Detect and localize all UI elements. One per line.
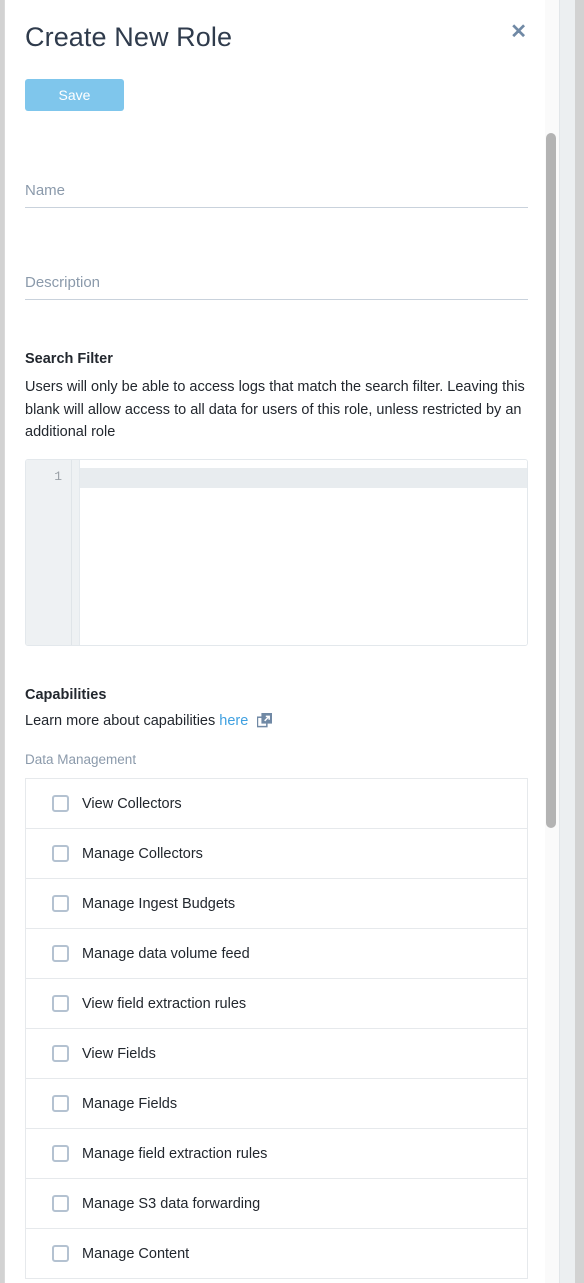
capabilities-heading: Capabilities: [25, 687, 107, 703]
description-input[interactable]: [25, 274, 528, 300]
capability-label: Manage Collectors: [82, 845, 203, 862]
checkbox-icon[interactable]: [52, 795, 69, 812]
checkbox-icon[interactable]: [52, 1195, 69, 1212]
editor-active-line-highlight: [80, 468, 527, 488]
capability-label: Manage Ingest Budgets: [82, 895, 236, 912]
editor-line-number: 1: [54, 469, 62, 484]
capabilities-group-label: Data Management: [25, 752, 137, 767]
page-title: Create New Role: [25, 22, 233, 52]
editor-text-area[interactable]: [80, 460, 527, 645]
capability-label: View field extraction rules: [82, 995, 247, 1012]
capability-label: Manage Fields: [82, 1095, 178, 1112]
checkbox-icon[interactable]: [52, 845, 69, 862]
capability-row[interactable]: Manage Collectors: [26, 829, 527, 879]
checkbox-icon[interactable]: [52, 1045, 69, 1062]
editor-gutter-fold-column: [72, 460, 80, 645]
name-input[interactable]: [25, 182, 528, 208]
capabilities-subtext-prefix: Learn more about capabilities: [25, 713, 220, 729]
capability-label: Manage Content: [82, 1245, 190, 1262]
capability-row[interactable]: View field extraction rules: [26, 979, 527, 1029]
capability-row[interactable]: Manage Fields: [26, 1079, 527, 1129]
capability-row[interactable]: Manage data volume feed: [26, 929, 527, 979]
capability-label: Manage data volume feed: [82, 945, 250, 962]
screen: Create New Role ✕ Save Search Filter Use…: [0, 0, 584, 1283]
checkbox-icon[interactable]: [52, 995, 69, 1012]
editor-gutter: 1: [26, 460, 72, 645]
window-outer-edge: [575, 0, 584, 1283]
capability-row[interactable]: Manage S3 data forwarding: [26, 1179, 527, 1229]
capability-row[interactable]: View Collectors: [26, 779, 527, 829]
external-link-icon[interactable]: [257, 712, 273, 728]
create-role-dialog: Create New Role ✕ Save Search Filter Use…: [4, 0, 545, 1283]
checkbox-icon[interactable]: [52, 1095, 69, 1112]
capability-label: View Collectors: [82, 795, 182, 812]
checkbox-icon[interactable]: [52, 945, 69, 962]
page-background-strip: [559, 0, 575, 1283]
save-button[interactable]: Save: [25, 79, 124, 111]
capabilities-learn-more-link[interactable]: here: [219, 713, 248, 729]
capability-label: View Fields: [82, 1045, 156, 1062]
checkbox-icon[interactable]: [52, 1145, 69, 1162]
capability-row[interactable]: View Fields: [26, 1029, 527, 1079]
search-filter-editor[interactable]: 1: [25, 459, 528, 646]
checkbox-icon[interactable]: [52, 895, 69, 912]
checkbox-icon[interactable]: [52, 1245, 69, 1262]
panel-scrollbar-thumb[interactable]: [546, 133, 556, 828]
capabilities-subtext: Learn more about capabilities here: [25, 712, 273, 729]
capability-row[interactable]: Manage Ingest Budgets: [26, 879, 527, 929]
capabilities-list: View Collectors Manage Collectors Manage I…: [25, 778, 528, 1279]
capability-label: Manage field extraction rules: [82, 1145, 268, 1162]
description-field: [25, 274, 528, 300]
capability-label: Manage S3 data forwarding: [82, 1195, 261, 1212]
search-filter-description: Users will only be able to access logs t…: [25, 379, 525, 440]
close-icon[interactable]: ✕: [510, 22, 527, 42]
name-field: [25, 182, 528, 208]
capability-row[interactable]: Manage Content: [26, 1229, 527, 1279]
search-filter-heading: Search Filter: [25, 351, 113, 367]
capability-row[interactable]: Manage field extraction rules: [26, 1129, 527, 1179]
